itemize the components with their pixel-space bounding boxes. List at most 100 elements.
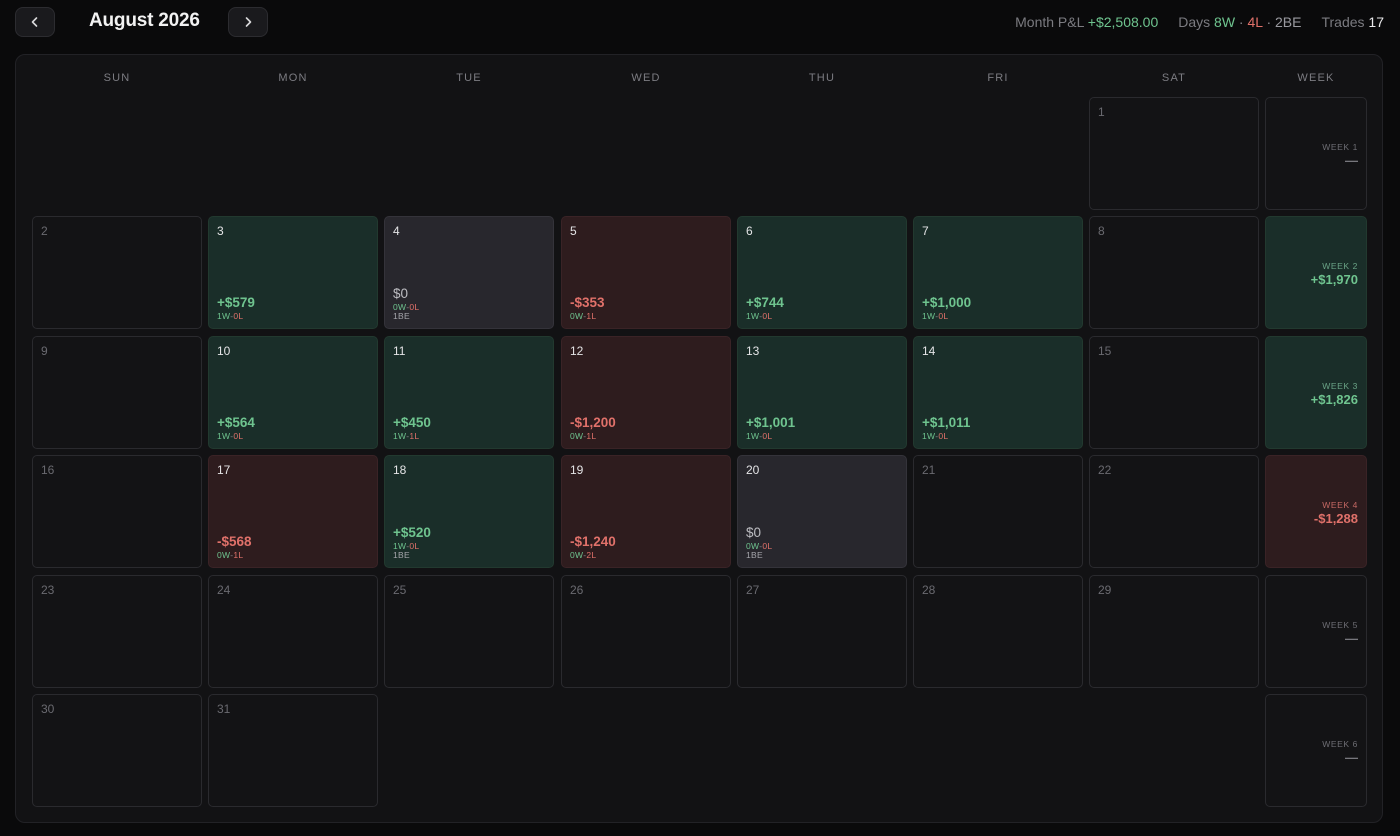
day-pnl: +$520 bbox=[393, 525, 431, 540]
day-wins: 0W bbox=[570, 431, 584, 441]
week-summary-5[interactable]: WEEK 5— bbox=[1265, 575, 1367, 688]
week-summary-6[interactable]: WEEK 6— bbox=[1265, 694, 1367, 807]
day-losses: 0L bbox=[762, 311, 773, 321]
day-pnl: +$564 bbox=[217, 415, 255, 430]
separator-dot: · bbox=[1238, 14, 1244, 30]
weekday-header-week: WEEK bbox=[1297, 72, 1335, 84]
week-label: WEEK 6 bbox=[1322, 739, 1358, 749]
day-losses: 0L bbox=[938, 311, 949, 321]
day-losses: 0L bbox=[762, 541, 773, 551]
day-wins: 1W bbox=[922, 311, 936, 321]
days-breakeven: 2BE bbox=[1275, 14, 1302, 30]
day-cell-31[interactable]: 31 bbox=[208, 694, 378, 807]
day-cell-11[interactable]: 11 +$450 1W-1L bbox=[384, 336, 554, 449]
day-cell-17[interactable]: 17 -$568 0W-1L bbox=[208, 455, 378, 568]
day-wins: 0W bbox=[570, 550, 584, 560]
day-cell-5[interactable]: 5 -$353 0W-1L bbox=[561, 216, 731, 329]
day-wins: 1W bbox=[746, 311, 760, 321]
day-cell-29[interactable]: 29 bbox=[1089, 575, 1259, 688]
day-win-loss: 1W-0L bbox=[217, 311, 243, 321]
separator-dot: · bbox=[1266, 14, 1272, 30]
week-summary-1[interactable]: WEEK 1— bbox=[1265, 97, 1367, 210]
day-cell-21[interactable]: 21 bbox=[913, 455, 1083, 568]
day-cell-16[interactable]: 16 bbox=[32, 455, 202, 568]
day-wins: 1W bbox=[922, 431, 936, 441]
day-cell-6[interactable]: 6 +$744 1W-0L bbox=[737, 216, 907, 329]
day-pnl: $0 bbox=[746, 525, 762, 540]
day-cell-26[interactable]: 26 bbox=[561, 575, 731, 688]
day-wins: 0W bbox=[217, 550, 231, 560]
month-pnl-label: Month P&L bbox=[1015, 14, 1084, 30]
day-number: 11 bbox=[393, 344, 406, 358]
day-wins: 1W bbox=[217, 431, 231, 441]
days-stat: Days 8W · 4L · 2BE bbox=[1178, 14, 1301, 30]
day-pnl: +$1,001 bbox=[746, 415, 796, 430]
week-summary-2[interactable]: WEEK 2 +$1,970 bbox=[1265, 216, 1367, 329]
day-number: 21 bbox=[922, 463, 936, 477]
day-cell-22[interactable]: 22 bbox=[1089, 455, 1259, 568]
day-cell-12[interactable]: 12 -$1,200 0W-1L bbox=[561, 336, 731, 449]
day-wins: 0W bbox=[570, 311, 584, 321]
day-number: 26 bbox=[570, 583, 584, 597]
day-pnl: +$579 bbox=[217, 295, 255, 310]
day-losses: 0L bbox=[762, 431, 773, 441]
day-cell-28[interactable]: 28 bbox=[913, 575, 1083, 688]
trades-value: 17 bbox=[1368, 14, 1384, 30]
day-cell-23[interactable]: 23 bbox=[32, 575, 202, 688]
prev-month-button[interactable] bbox=[15, 7, 55, 37]
day-win-loss: 1W-0L bbox=[746, 431, 772, 441]
day-losses: 0L bbox=[938, 431, 949, 441]
day-wins: 1W bbox=[746, 431, 760, 441]
day-number: 18 bbox=[393, 463, 407, 477]
day-cell-2[interactable]: 2 bbox=[32, 216, 202, 329]
week-label: WEEK 3 bbox=[1322, 381, 1358, 391]
day-breakeven: 1BE bbox=[393, 550, 410, 560]
day-cell-20[interactable]: 20 $0 0W-0L 1BE bbox=[737, 455, 907, 568]
day-pnl: +$1,000 bbox=[922, 295, 972, 310]
month-pnl-value: +$2,508.00 bbox=[1087, 14, 1159, 30]
day-win-loss: 0W-1L bbox=[570, 311, 596, 321]
weekday-header-thu: THU bbox=[808, 72, 836, 84]
day-number: 5 bbox=[570, 224, 577, 238]
weekday-header-wed: WED bbox=[631, 72, 661, 84]
week-summary-3[interactable]: WEEK 3 +$1,826 bbox=[1265, 336, 1367, 449]
day-losses: 1L bbox=[586, 431, 597, 441]
week-pnl: +$1,970 bbox=[1310, 272, 1358, 287]
weekday-header-mon: MON bbox=[278, 72, 308, 84]
day-number: 23 bbox=[41, 583, 55, 597]
day-number: 3 bbox=[217, 224, 224, 238]
week-summary-4[interactable]: WEEK 4 -$1,288 bbox=[1265, 455, 1367, 568]
day-number: 28 bbox=[922, 583, 936, 597]
day-number: 8 bbox=[1098, 224, 1105, 238]
day-win-loss: 1W-0L bbox=[217, 431, 243, 441]
day-win-loss: 1W-0L bbox=[922, 431, 948, 441]
day-cell-27[interactable]: 27 bbox=[737, 575, 907, 688]
next-month-button[interactable] bbox=[228, 7, 268, 37]
day-pnl: $0 bbox=[393, 286, 409, 301]
month-stats: Month P&L +$2,508.00 Days 8W · 4L · 2BE … bbox=[1015, 14, 1384, 30]
day-cell-30[interactable]: 30 bbox=[32, 694, 202, 807]
day-win-loss: 1W-1L bbox=[393, 431, 419, 441]
day-cell-1[interactable]: 1 bbox=[1089, 97, 1259, 210]
trades-label: Trades bbox=[1321, 14, 1365, 30]
day-number: 6 bbox=[746, 224, 753, 238]
day-cell-13[interactable]: 13 +$1,001 1W-0L bbox=[737, 336, 907, 449]
day-cell-3[interactable]: 3 +$579 1W-0L bbox=[208, 216, 378, 329]
day-cell-15[interactable]: 15 bbox=[1089, 336, 1259, 449]
day-cell-7[interactable]: 7 +$1,000 1W-0L bbox=[913, 216, 1083, 329]
day-cell-10[interactable]: 10 +$564 1W-0L bbox=[208, 336, 378, 449]
day-win-loss: 0W-2L bbox=[570, 550, 596, 560]
day-cell-4[interactable]: 4 $0 0W-0L 1BE bbox=[384, 216, 554, 329]
day-cell-25[interactable]: 25 bbox=[384, 575, 554, 688]
day-cell-9[interactable]: 9 bbox=[32, 336, 202, 449]
day-win-loss: 1W-0L bbox=[746, 311, 772, 321]
day-cell-24[interactable]: 24 bbox=[208, 575, 378, 688]
day-cell-8[interactable]: 8 bbox=[1089, 216, 1259, 329]
weekday-header-tue: TUE bbox=[456, 72, 482, 84]
day-pnl: +$744 bbox=[746, 295, 784, 310]
day-cell-19[interactable]: 19 -$1,240 0W-2L bbox=[561, 455, 731, 568]
day-cell-14[interactable]: 14 +$1,011 1W-0L bbox=[913, 336, 1083, 449]
day-cell-18[interactable]: 18 +$520 1W-0L 1BE bbox=[384, 455, 554, 568]
day-pnl: +$450 bbox=[393, 415, 431, 430]
weekday-header-sun: SUN bbox=[103, 72, 131, 84]
